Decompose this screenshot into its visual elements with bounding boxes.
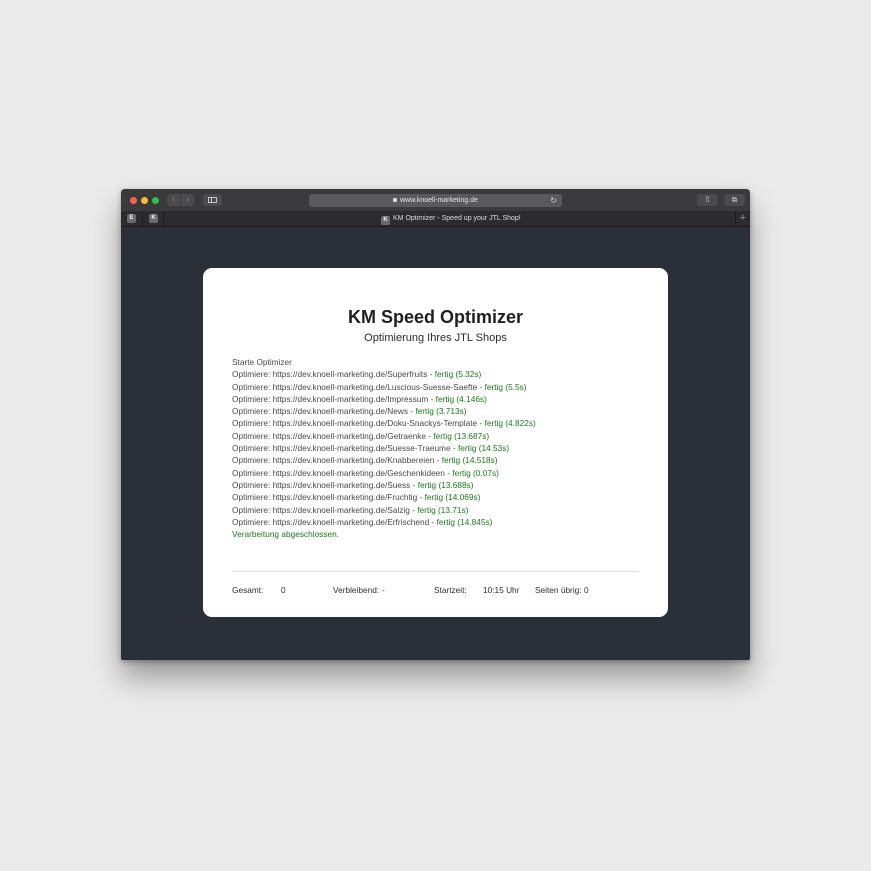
log-entry-text: Optimiere: https://dev.knoell-marketing.… <box>232 492 425 503</box>
optimizer-log: Starte Optimizer Optimiere: https://dev.… <box>232 356 652 540</box>
tab-title-label: KM Optimizer - Speed up your JTL Shop! <box>393 215 521 222</box>
stats-divider <box>232 571 639 572</box>
log-entry-text: Optimiere: https://dev.knoell-marketing.… <box>232 369 435 380</box>
minimize-window-button[interactable] <box>141 197 148 204</box>
log-entry-text: Optimiere: https://dev.knoell-marketing.… <box>232 443 458 454</box>
tab-divider <box>142 211 143 226</box>
log-entry: Optimiere: https://dev.knoell-marketing.… <box>232 405 652 417</box>
log-start: Starte Optimizer <box>232 357 292 367</box>
sidebar-toggle-button[interactable] <box>203 194 222 206</box>
stat-remaining-value: - <box>382 585 385 595</box>
stat-total-label: Gesamt: <box>232 585 264 595</box>
zoom-window-button[interactable] <box>152 197 159 204</box>
address-url: www.knoell-marketing.de <box>400 197 478 204</box>
log-entry-status: fertig (14.845s) <box>436 516 493 527</box>
log-entry-text: Optimiere: https://dev.knoell-marketing.… <box>232 393 436 404</box>
log-entry: Optimiere: https://dev.knoell-marketing.… <box>232 491 652 503</box>
page-title: KM Speed Optimizer <box>347 307 524 327</box>
log-entry: Optimiere: https://dev.knoell-marketing.… <box>232 454 652 466</box>
log-entry-status: fertig (14.518s) <box>441 455 498 466</box>
log-entry-status: fertig (13.71s) <box>417 504 469 515</box>
stat-total-value: 0 <box>281 585 286 595</box>
stat-start-label: Startzeit: <box>434 585 467 595</box>
log-entry-status: fertig (3.713s) <box>415 406 467 417</box>
log-entry-status: fertig (5.32s) <box>434 369 482 380</box>
back-button[interactable]: ‹ <box>167 194 180 206</box>
log-entry-text: Optimiere: https://dev.knoell-marketing.… <box>232 516 437 527</box>
optimizer-panel: KM Speed Optimizer Optimierung Ihres JTL… <box>203 268 668 617</box>
log-entry-status: fertig (4.822s) <box>484 418 536 429</box>
log-entry-text: Optimiere: https://dev.knoell-marketing.… <box>232 479 418 490</box>
stat-start-value: 10:15 Uhr <box>483 585 520 595</box>
log-entry-status: fertig (5.5s) <box>484 381 527 392</box>
share-icon: ⇧ <box>704 195 711 204</box>
stat-pages-left-label: Seiten übrig: <box>535 585 582 595</box>
log-entry-status: fertig (13.687s) <box>433 430 490 441</box>
tab-favicon: K <box>381 216 390 225</box>
log-entry-text: Optimiere: https://dev.knoell-marketing.… <box>232 455 442 466</box>
page-subtitle: Optimierung Ihres JTL Shops <box>364 332 507 344</box>
browser-window: ‹ › www.knoell-marketing.de ↻ ⇧ ⧉ E K KK… <box>121 189 750 660</box>
pinned-tab-e[interactable]: E <box>127 214 136 223</box>
forward-button[interactable]: › <box>181 194 194 206</box>
new-tab-button[interactable]: + <box>740 211 746 226</box>
pinned-tab-k[interactable]: K <box>149 214 158 223</box>
log-entry-status: fertig (0.07s) <box>452 467 499 478</box>
log-finished: Verarbeitung abgeschlossen. <box>232 529 340 540</box>
log-entry-status: fertig (4.146s) <box>435 393 487 404</box>
log-entry: Optimiere: https://dev.knoell-marketing.… <box>232 368 652 380</box>
log-entry: Optimiere: https://dev.knoell-marketing.… <box>232 504 652 516</box>
tab-bar: E K K KM Optimizer - Speed up your JTL Sh… <box>121 211 750 227</box>
log-entry: Optimiere: https://dev.knoell-marketing.… <box>232 430 652 442</box>
log-entry: Optimiere: https://dev.knoell-marketing.… <box>232 479 652 491</box>
address-bar[interactable]: www.knoell-marketing.de ↻ <box>309 194 562 207</box>
chevron-left-icon: ‹ <box>171 194 176 205</box>
stat-remaining-label: Verbleibend: <box>333 585 380 595</box>
log-entry-status: fertig (14.069s) <box>424 492 481 503</box>
log-entry-text: Optimiere: https://dev.knoell-marketing.… <box>232 418 485 429</box>
plus-icon: + <box>739 212 746 224</box>
log-entry-text: Optimiere: https://dev.knoell-marketing.… <box>232 406 416 417</box>
stat-pages-left-value: 0 <box>584 585 589 595</box>
log-entry-text: Optimiere: https://dev.knoell-marketing.… <box>232 504 418 515</box>
chevron-right-icon: › <box>185 194 190 205</box>
share-button[interactable]: ⇧ <box>697 194 718 206</box>
log-entry: Optimiere: https://dev.knoell-marketing.… <box>232 381 652 393</box>
tabs-overview-icon: ⧉ <box>731 195 738 204</box>
log-entry-status: fertig (14.53s) <box>457 443 510 454</box>
tab-divider <box>163 211 164 226</box>
log-entry: Optimiere: https://dev.knoell-marketing.… <box>232 467 652 479</box>
log-entry-text: Optimiere: https://dev.knoell-marketing.… <box>232 430 434 441</box>
log-entry: Optimiere: https://dev.knoell-marketing.… <box>232 417 652 429</box>
log-entry-text: Optimiere: https://dev.knoell-marketing.… <box>232 381 485 392</box>
lock-icon <box>393 198 398 202</box>
log-entry: Optimiere: https://dev.knoell-marketing.… <box>232 393 652 405</box>
log-entry-status: fertig (13.688s) <box>417 479 474 490</box>
browser-toolbar: ‹ › www.knoell-marketing.de ↻ ⇧ ⧉ <box>121 189 750 212</box>
close-window-button[interactable] <box>130 197 137 204</box>
tabs-overview-button[interactable]: ⧉ <box>724 194 745 206</box>
log-entry: Optimiere: https://dev.knoell-marketing.… <box>232 442 652 454</box>
tab-active[interactable]: K KM Optimizer - Speed up your JTL Shop! <box>381 211 521 226</box>
tab-divider <box>735 211 736 226</box>
reload-icon[interactable]: ↻ <box>550 194 557 207</box>
log-entry: Optimiere: https://dev.knoell-marketing.… <box>232 516 652 528</box>
log-entry-text: Optimiere: https://dev.knoell-marketing.… <box>232 467 453 478</box>
sidebar-icon <box>208 197 217 203</box>
